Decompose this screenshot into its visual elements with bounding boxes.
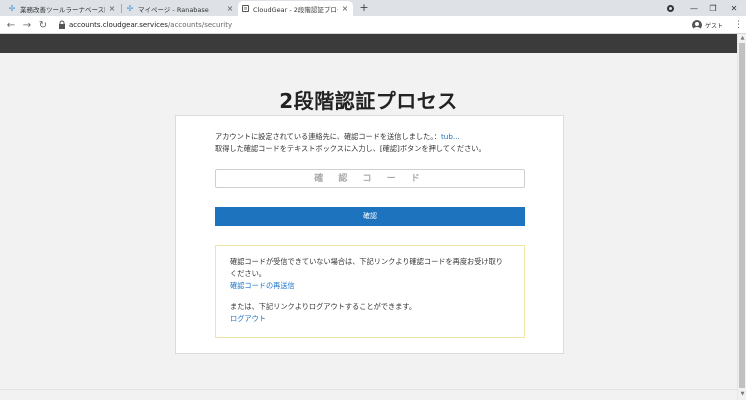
- url-path: /accounts/security: [167, 21, 233, 29]
- record-icon[interactable]: [658, 0, 682, 16]
- verification-code-input[interactable]: [215, 169, 525, 188]
- page-scrollbar[interactable]: ▲ ▼: [737, 34, 746, 400]
- profile-label: ゲスト: [705, 22, 724, 30]
- reload-icon[interactable]: ↻: [36, 18, 50, 32]
- logout-help-text: または、下記リンクよりログアウトすることができます。: [230, 302, 417, 311]
- profile-button[interactable]: ゲスト: [692, 19, 723, 31]
- instructions-line-1: アカウントに設定されている連絡先に、確認コードを送信しました。：tub...: [215, 131, 486, 143]
- app-header: [0, 34, 737, 53]
- confirm-button[interactable]: 確認: [215, 207, 525, 226]
- footer: [0, 389, 737, 400]
- back-arrow-icon[interactable]: ←: [4, 18, 18, 32]
- tab-title: マイページ - Ranabase: [138, 5, 209, 14]
- scroll-up-arrow-icon[interactable]: ▲: [739, 35, 746, 42]
- close-icon[interactable]: ×: [226, 4, 234, 13]
- close-icon[interactable]: ×: [108, 4, 116, 13]
- lock-icon[interactable]: [58, 20, 66, 30]
- verification-card: アカウントに設定されている連絡先に、確認コードを送信しました。：tub... 取…: [175, 115, 564, 354]
- help-box: 確認コードが受信できていない場合は、下記リンクより確認コードを再度お受け取りくだ…: [215, 245, 525, 338]
- url-host: accounts.cloudgear.services: [69, 21, 168, 29]
- browser-tab-strip: ✢ 業務改善ツールラーナベース[Ranaba × ✢ マイページ - Ranab…: [0, 0, 746, 16]
- tab-title: CloudGear - 2段階認証プロセス: [253, 5, 338, 14]
- scroll-thumb[interactable]: [739, 43, 745, 388]
- tab-ranabase-tool[interactable]: ✢ 業務改善ツールラーナベース[Ranaba ×: [4, 1, 120, 16]
- contact-destination: tub...: [440, 132, 460, 141]
- resend-code-link[interactable]: 確認コードの再送信: [230, 280, 510, 292]
- document-icon: ≡: [242, 5, 249, 12]
- tab-cloudgear[interactable]: ≡ CloudGear - 2段階認証プロセス ×: [238, 1, 353, 16]
- forward-arrow-icon[interactable]: →: [20, 18, 34, 32]
- browser-toolbar: ← → ↻ accounts.cloudgear.services/accoun…: [0, 16, 746, 34]
- tab-title: 業務改善ツールラーナベース[Ranaba: [20, 5, 105, 14]
- kebab-menu-icon[interactable]: ⋮: [734, 19, 743, 31]
- instructions-sent-text: アカウントに設定されている連絡先に、確認コードを送信しました。：: [215, 132, 441, 141]
- address-bar[interactable]: accounts.cloudgear.services/accounts/sec…: [69, 21, 232, 29]
- instructions: アカウントに設定されている連絡先に、確認コードを送信しました。：tub... 取…: [215, 131, 486, 155]
- ranabase-icon: ✢: [8, 4, 16, 13]
- tab-mypage[interactable]: ✢ マイページ - Ranabase ×: [122, 1, 238, 16]
- page-title: 2段階認証プロセス: [279, 89, 458, 113]
- resend-help-text: 確認コードが受信できていない場合は、下記リンクより確認コードを再度お受け取りくだ…: [230, 257, 503, 278]
- page-content: 2段階認証プロセス アカウントに設定されている連絡先に、確認コードを送信しました…: [0, 53, 737, 400]
- close-window-button[interactable]: ✕: [722, 0, 746, 16]
- ranabase-icon: ✢: [126, 4, 134, 13]
- logout-link[interactable]: ログアウト: [230, 313, 510, 325]
- new-tab-button[interactable]: +: [358, 1, 370, 15]
- close-icon[interactable]: ×: [341, 4, 349, 13]
- scroll-down-arrow-icon[interactable]: ▼: [739, 391, 746, 398]
- guest-avatar-icon: [692, 20, 702, 30]
- instructions-line-2: 取得した確認コードをテキストボックスに入力し、[確認]ボタンを押してください。: [215, 144, 486, 153]
